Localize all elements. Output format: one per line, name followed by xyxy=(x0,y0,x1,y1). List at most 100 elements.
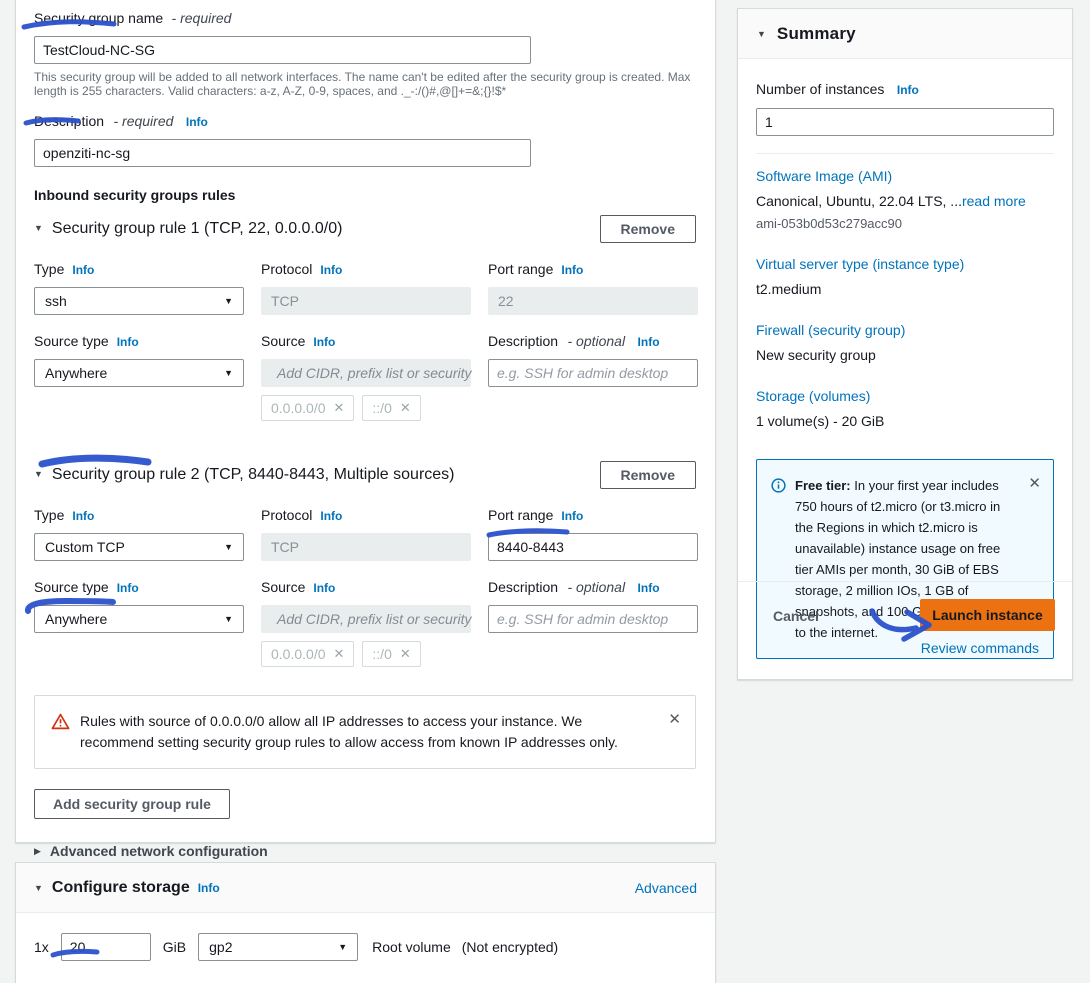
type-info-link[interactable]: Info xyxy=(72,263,94,277)
expand-icon: ▶ xyxy=(34,843,41,859)
rule2-chips-grid: 0.0.0.0/0✕ ::/0✕ xyxy=(34,633,696,667)
summary-panel: ▼ Summary Number of instances Info Softw… xyxy=(737,8,1073,680)
close-icon[interactable]: ✕ xyxy=(668,711,681,753)
configure-storage-card: ▼ Configure storage Info Advanced 1x GiB… xyxy=(15,862,716,983)
rule2-port-input[interactable] xyxy=(488,533,698,561)
chevron-down-icon: ▼ xyxy=(224,296,233,306)
rule1-title[interactable]: ▼ Security group rule 1 (TCP, 22, 0.0.0.… xyxy=(34,220,342,238)
chip-remove-icon[interactable]: ✕ xyxy=(334,400,345,416)
volume-count-label: 1x xyxy=(34,939,49,955)
rule1-chips-grid: 0.0.0.0/0✕ ::/0✕ xyxy=(34,387,696,421)
chip-remove-icon[interactable]: ✕ xyxy=(400,400,411,416)
ami-link[interactable]: Software Image (AMI) xyxy=(756,168,1054,184)
source-type-info-link[interactable]: Info xyxy=(117,581,139,595)
storage-volumes-value: 1 volume(s) - 20 GiB xyxy=(756,413,1054,429)
cidr-chip: 0.0.0.0/0✕ xyxy=(261,641,354,667)
rule2-source-input[interactable]: Add CIDR, prefix list or security xyxy=(261,605,471,633)
description-label: Description - required Info xyxy=(34,113,696,131)
rule1-remove-button[interactable]: Remove xyxy=(600,215,696,243)
firewall-value: New security group xyxy=(756,347,1054,363)
rule1-type-select[interactable]: ssh ▼ xyxy=(34,287,244,315)
rule2-protocol-field: TCP xyxy=(261,533,471,561)
rule2-remove-button[interactable]: Remove xyxy=(600,461,696,489)
configure-storage-header[interactable]: ▼ Configure storage Info Advanced xyxy=(16,863,715,913)
security-group-name-label: Security group name - required xyxy=(34,10,696,28)
summary-title: Summary xyxy=(777,24,856,44)
rule2-type-select[interactable]: Custom TCP ▼ xyxy=(34,533,244,561)
cidr-chip: ::/0✕ xyxy=(362,395,420,421)
rule2-description-input[interactable] xyxy=(488,605,698,633)
root-volume-label: Root volume xyxy=(372,939,451,955)
volume-size-input[interactable] xyxy=(61,933,151,961)
rule2-header: ▼ Security group rule 2 (TCP, 8440-8443,… xyxy=(34,461,696,489)
rule1-labels-row2: Source typeInfo SourceInfo Description -… xyxy=(34,333,696,351)
warning-text: Rules with source of 0.0.0.0/0 allow all… xyxy=(80,711,640,753)
rule1-fields-row1: ssh ▼ TCP 22 xyxy=(34,287,696,315)
cidr-chip: ::/0✕ xyxy=(362,641,420,667)
firewall-link[interactable]: Firewall (security group) xyxy=(756,322,1054,338)
protocol-info-link[interactable]: Info xyxy=(320,509,342,523)
instances-input[interactable] xyxy=(756,108,1054,136)
rule2-fields-row2: Anywhere ▼ Add CIDR, prefix list or secu… xyxy=(34,605,696,633)
rule1-source-type-select[interactable]: Anywhere ▼ xyxy=(34,359,244,387)
storage-advanced-link[interactable]: Advanced xyxy=(635,880,697,896)
summary-firewall-section: Firewall (security group) New security g… xyxy=(756,322,1054,363)
launch-instance-button[interactable]: Launch instance xyxy=(920,599,1055,631)
volume-type-select[interactable]: gp2 ▼ xyxy=(198,933,358,961)
rule2-source-type-select[interactable]: Anywhere ▼ xyxy=(34,605,244,633)
review-commands-link[interactable]: Review commands xyxy=(921,640,1039,656)
ami-value: Canonical, Ubuntu, 22.04 LTS, ... xyxy=(756,193,962,209)
chevron-down-icon: ▼ xyxy=(224,542,233,552)
rule2-title[interactable]: ▼ Security group rule 2 (TCP, 8440-8443,… xyxy=(34,466,455,484)
rule1-source-input[interactable]: Add CIDR, prefix list or security xyxy=(261,359,471,387)
rule1-protocol-field: TCP xyxy=(261,287,471,315)
collapse-icon: ▼ xyxy=(34,880,43,896)
network-settings-card: Security group name - required This secu… xyxy=(15,0,716,843)
divider xyxy=(756,153,1054,154)
rule2-fields-row1: Custom TCP ▼ TCP xyxy=(34,533,696,561)
rule2-labels-row1: TypeInfo ProtocolInfo Port rangeInfo xyxy=(34,507,696,525)
rule1-description-input[interactable] xyxy=(488,359,698,387)
encryption-label: (Not encrypted) xyxy=(462,939,558,955)
warning-icon xyxy=(51,713,70,730)
port-range-info-link[interactable]: Info xyxy=(561,263,583,277)
summary-header[interactable]: ▼ Summary xyxy=(738,9,1072,59)
rule2-labels-row2: Source typeInfo SourceInfo Description -… xyxy=(34,579,696,597)
rule-desc-info-link[interactable]: Info xyxy=(638,335,660,349)
add-rule-button[interactable]: Add security group rule xyxy=(34,789,230,819)
summary-instance-type-section: Virtual server type (instance type) t2.m… xyxy=(756,256,1054,297)
instance-type-link[interactable]: Virtual server type (instance type) xyxy=(756,256,1054,272)
source-type-info-link[interactable]: Info xyxy=(117,335,139,349)
chip-remove-icon[interactable]: ✕ xyxy=(400,646,411,662)
protocol-info-link[interactable]: Info xyxy=(320,263,342,277)
rule1-fields-row2: Anywhere ▼ Add CIDR, prefix list or secu… xyxy=(34,359,696,387)
source-info-link[interactable]: Info xyxy=(313,335,335,349)
advanced-network-expander[interactable]: ▶ Advanced network configuration xyxy=(34,843,696,859)
description-input[interactable] xyxy=(34,139,531,167)
port-range-info-link[interactable]: Info xyxy=(561,509,583,523)
storage-volumes-link[interactable]: Storage (volumes) xyxy=(756,388,1054,404)
source-info-link[interactable]: Info xyxy=(313,581,335,595)
collapse-icon[interactable]: ▼ xyxy=(34,466,43,482)
instances-info-link[interactable]: Info xyxy=(897,83,919,97)
chip-remove-icon[interactable]: ✕ xyxy=(334,646,345,662)
summary-ami-section: Software Image (AMI) Canonical, Ubuntu, … xyxy=(756,168,1054,231)
ami-id: ami-053b0d53c279acc90 xyxy=(756,216,1054,231)
open-cidr-warning: Rules with source of 0.0.0.0/0 allow all… xyxy=(34,695,696,769)
instance-type-value: t2.medium xyxy=(756,281,1054,297)
chevron-down-icon: ▼ xyxy=(224,614,233,624)
cidr-chip: 0.0.0.0/0✕ xyxy=(261,395,354,421)
configure-storage-title: Configure storage xyxy=(52,879,190,897)
rule-desc-info-link[interactable]: Info xyxy=(638,581,660,595)
rule2-source-chips: 0.0.0.0/0✕ ::/0✕ xyxy=(261,641,471,667)
storage-info-link[interactable]: Info xyxy=(198,881,220,895)
rule1-labels-row1: TypeInfo ProtocolInfo Port rangeInfo xyxy=(34,261,696,279)
type-info-link[interactable]: Info xyxy=(72,509,94,523)
collapse-icon[interactable]: ▼ xyxy=(34,220,43,236)
rule1-source-chips: 0.0.0.0/0✕ ::/0✕ xyxy=(261,395,471,421)
security-group-name-input[interactable] xyxy=(34,36,531,64)
summary-storage-section: Storage (volumes) 1 volume(s) - 20 GiB xyxy=(756,388,1054,429)
ami-read-more-link[interactable]: read more xyxy=(962,193,1026,209)
cancel-button[interactable]: Cancel xyxy=(773,608,819,624)
description-info-link[interactable]: Info xyxy=(186,115,208,129)
